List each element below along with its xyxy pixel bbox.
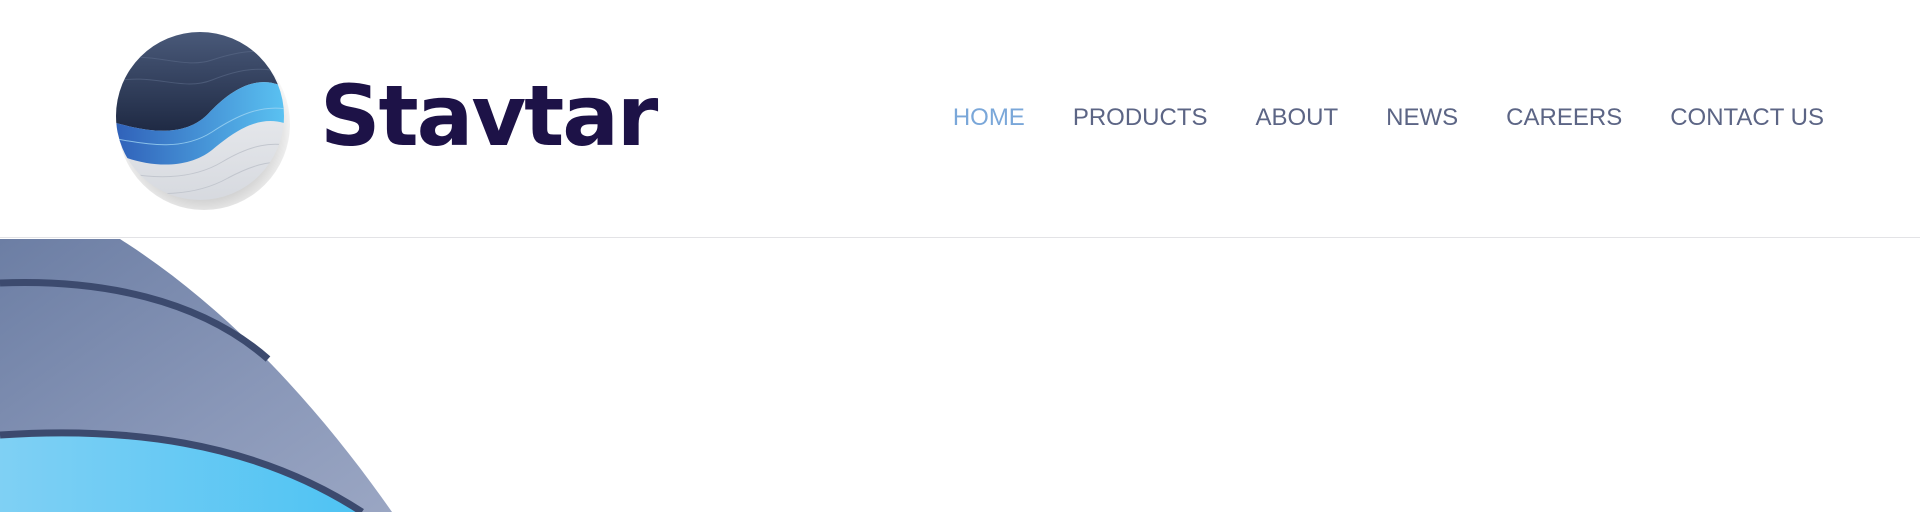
nav-item-products[interactable]: PRODUCTS xyxy=(1073,104,1208,132)
nav-item-home[interactable]: HOME xyxy=(953,104,1025,132)
nav-item-about[interactable]: ABOUT xyxy=(1255,104,1338,132)
sphere-wave-logo-icon xyxy=(112,30,292,210)
hero-banner xyxy=(0,239,1920,512)
page: Stavtar HOME PRODUCTS ABOUT NEWS CAREERS… xyxy=(0,0,1920,512)
site-header: Stavtar HOME PRODUCTS ABOUT NEWS CAREERS… xyxy=(0,0,1920,238)
brand-name: Stavtar xyxy=(320,67,658,165)
nav-item-contact-us[interactable]: CONTACT US xyxy=(1670,104,1824,132)
hero-graphic xyxy=(0,239,392,512)
nav-item-news[interactable]: NEWS xyxy=(1386,104,1458,132)
main-nav: HOME PRODUCTS ABOUT NEWS CAREERS CONTACT… xyxy=(953,104,1824,132)
nav-item-careers[interactable]: CAREERS xyxy=(1506,104,1622,132)
